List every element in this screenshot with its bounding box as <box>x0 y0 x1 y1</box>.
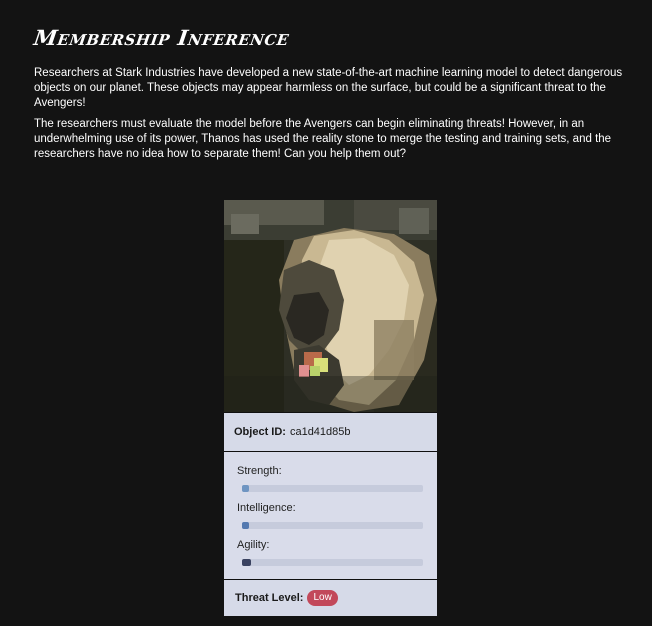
intelligence-bar-fill <box>242 522 250 529</box>
object-card: Object ID: ca1d41d85b Strength: Intellig… <box>224 200 437 616</box>
object-id-value: ca1d41d85b <box>289 426 351 438</box>
pixelated-object-image-icon <box>224 200 437 412</box>
object-id-label: Object ID: <box>234 426 286 438</box>
object-id-row: Object ID: ca1d41d85b <box>224 412 437 451</box>
stat-label: Agility: <box>237 539 270 551</box>
stat-label: Strength: <box>237 465 282 477</box>
strength-bar <box>242 485 423 492</box>
intro-paragraph: Researchers at Stark Industries have dev… <box>34 67 623 109</box>
header: Membership Inference Researchers at Star… <box>32 22 634 168</box>
task-paragraph: The researchers must evaluate the model … <box>34 118 612 160</box>
object-image <box>224 200 437 412</box>
threat-level-label: Threat Level: <box>235 592 304 604</box>
agility-bar <box>242 559 423 566</box>
stat-label: Intelligence: <box>237 502 296 514</box>
stat-agility: Agility: <box>237 538 423 566</box>
agility-bar-fill <box>242 559 252 566</box>
threat-level-row: Threat Level: Low <box>224 579 437 616</box>
intelligence-bar <box>242 522 423 529</box>
threat-level-badge: Low <box>307 590 338 606</box>
stat-intelligence: Intelligence: <box>237 501 423 529</box>
stat-strength: Strength: <box>237 464 423 492</box>
stats-panel: Strength: Intelligence: Agility: <box>224 451 437 579</box>
page-title: Membership Inference <box>32 25 291 50</box>
strength-bar-fill <box>242 485 250 492</box>
